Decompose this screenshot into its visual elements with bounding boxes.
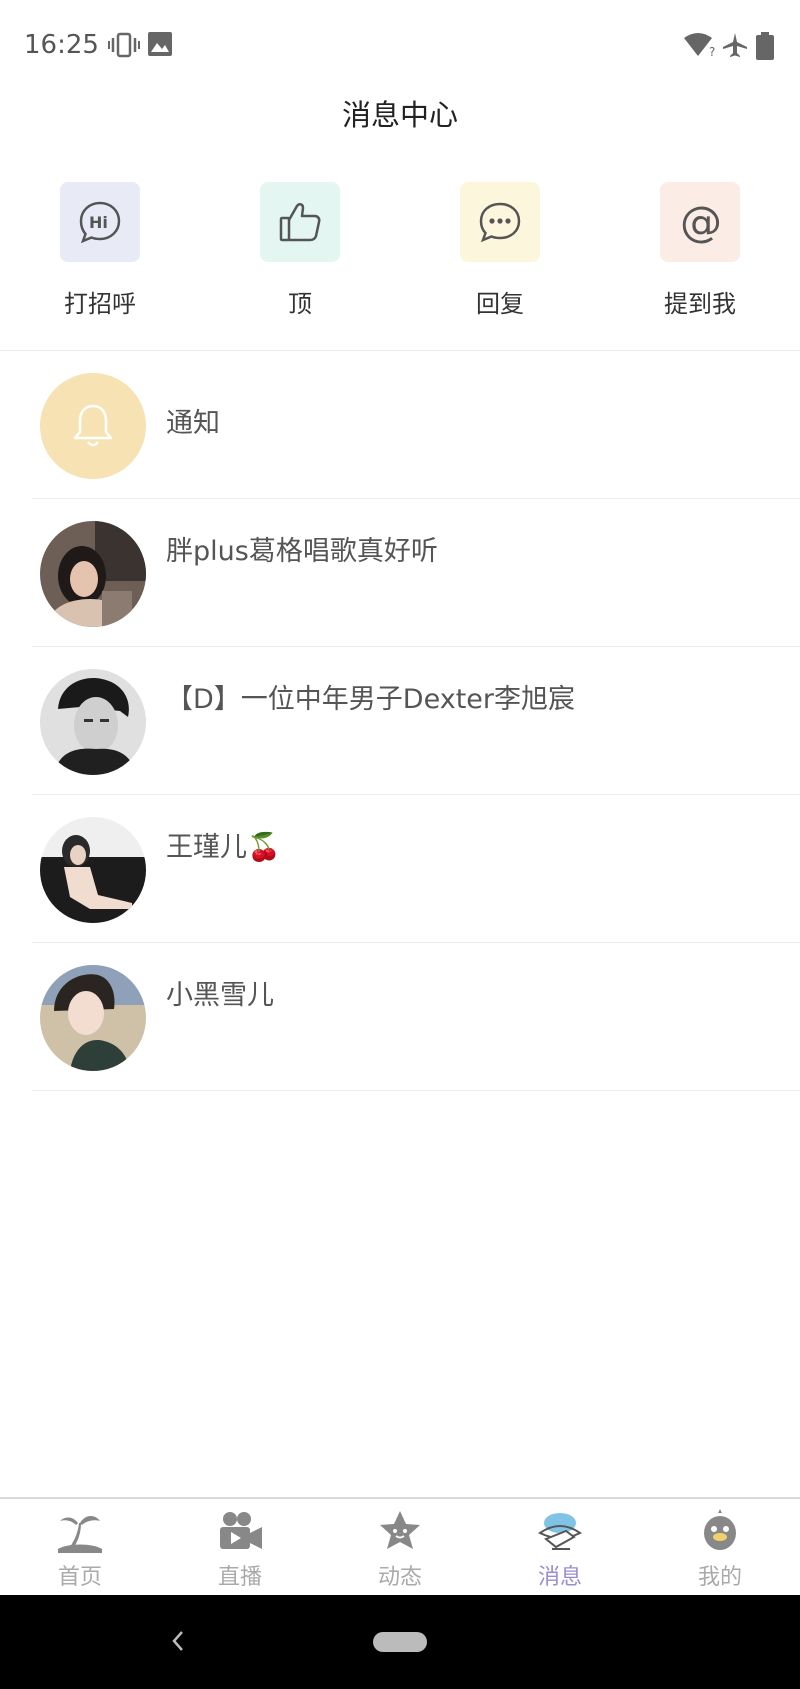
svg-text:Hi: Hi (89, 213, 108, 232)
thumbs-up-icon (279, 203, 321, 242)
user-avatar (40, 669, 146, 775)
svg-text:?: ? (709, 45, 715, 58)
reply-action[interactable]: 回复 (420, 182, 580, 319)
mention-tile[interactable]: @ (660, 182, 740, 262)
page-title: 消息中心 (341, 98, 458, 132)
bell-icon (73, 404, 113, 447)
greet-tile[interactable]: Hi (60, 182, 140, 262)
reply-label: 回复 (476, 290, 524, 318)
list-item-notification[interactable]: 通知 (0, 351, 800, 499)
status-bar: 16:25 ? (0, 0, 800, 92)
chat-bubble-icon (479, 202, 521, 243)
status-time: 16:25 (24, 30, 99, 60)
user-avatar-image (40, 521, 146, 627)
greet-action[interactable]: Hi 打招呼 (20, 182, 180, 319)
battery-icon (756, 32, 774, 60)
list-item[interactable]: 胖plus葛格唱歌真好听 (0, 499, 800, 647)
list-item[interactable]: 【D】一位中年男子Dexter李旭宸 (0, 647, 800, 795)
quick-actions: Hi 打招呼 顶 回复 @ 提到我 (0, 182, 800, 322)
mention-label: 提到我 (664, 290, 736, 318)
list-item-title: 通知 (166, 408, 220, 439)
list-item-title: 小黑雪儿 (166, 980, 274, 1011)
tab-live-label: 直播 (217, 1565, 262, 1590)
mention-action[interactable]: @ 提到我 (620, 182, 780, 319)
user-avatar (40, 521, 146, 627)
svg-text:@: @ (680, 198, 722, 246)
greet-label: 打招呼 (64, 290, 136, 318)
tab-messages-label: 消息 (537, 1565, 582, 1590)
tab-live[interactable]: 直播 (190, 1509, 290, 1591)
list-item[interactable]: 王瑾儿🍒 (0, 795, 800, 943)
user-avatar-image (40, 817, 146, 923)
user-avatar (40, 817, 146, 923)
tab-feed-label: 动态 (377, 1565, 422, 1590)
like-label: 顶 (288, 290, 312, 318)
list-item-title: 【D】一位中年男子Dexter李旭宸 (166, 684, 575, 715)
image-icon (148, 32, 172, 56)
notification-avatar (40, 373, 146, 479)
tab-profile-label: 我的 (697, 1565, 742, 1590)
back-icon[interactable] (170, 1629, 186, 1653)
bottom-nav: 首页 直播 动态 消息 我的 (0, 1497, 800, 1595)
wifi-icon: ? (684, 33, 715, 58)
home-pill[interactable] (373, 1632, 427, 1652)
star-icon (380, 1511, 420, 1549)
reply-tile[interactable] (460, 182, 540, 262)
message-planet-icon (538, 1513, 582, 1550)
user-avatar (40, 965, 146, 1071)
bird-icon (704, 1509, 736, 1550)
system-nav-bar (0, 1595, 800, 1689)
like-tile[interactable] (260, 182, 340, 262)
tab-home[interactable]: 首页 (30, 1509, 130, 1591)
tab-profile[interactable]: 我的 (670, 1509, 770, 1591)
user-avatar-image (40, 669, 146, 775)
tab-messages[interactable]: 消息 (510, 1509, 610, 1591)
user-avatar-image (40, 965, 146, 1071)
tab-home-label: 首页 (57, 1565, 102, 1590)
vibrate-icon (108, 32, 140, 58)
message-list: 通知 胖plus葛格唱歌真好听 【D】一位中年男子Dexter李旭宸 王瑾儿🍒 … (0, 351, 800, 1091)
palm-tree-icon (58, 1516, 102, 1553)
list-item-title: 胖plus葛格唱歌真好听 (166, 536, 438, 567)
like-action[interactable]: 顶 (220, 182, 380, 319)
list-item[interactable]: 小黑雪儿 (0, 943, 800, 1091)
at-icon: @ (680, 198, 722, 246)
video-camera-icon (220, 1512, 262, 1549)
list-item-title: 王瑾儿🍒 (166, 832, 281, 863)
hi-bubble-icon: Hi (79, 201, 121, 244)
tab-feed[interactable]: 动态 (350, 1509, 450, 1591)
airplane-mode-icon (723, 33, 747, 57)
